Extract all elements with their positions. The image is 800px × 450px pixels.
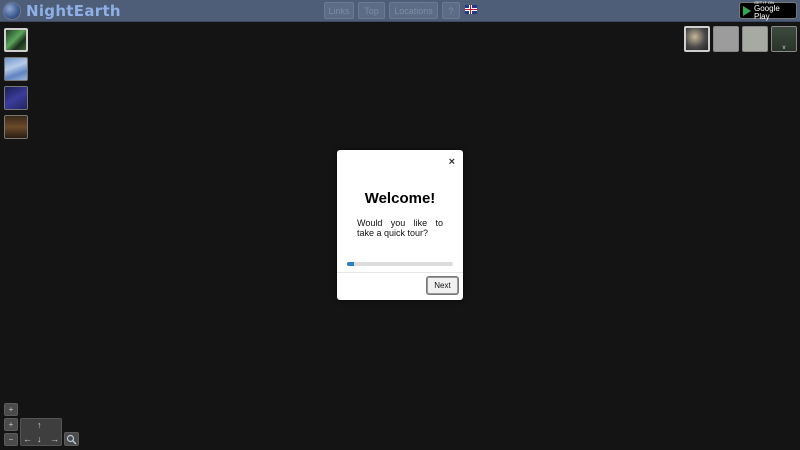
dialog-title: Welcome! <box>364 190 436 207</box>
dialog-divider <box>337 272 463 273</box>
tour-progress-fill <box>347 262 355 266</box>
next-button[interactable]: Next <box>427 277 458 294</box>
tour-progress-bar <box>347 262 453 266</box>
welcome-dialog: × Welcome! Would you like to take a quic… <box>337 150 463 300</box>
dialog-body: Would you like to take a quick tour? <box>357 218 443 238</box>
close-icon[interactable]: × <box>449 156 455 168</box>
modal-overlay: × Welcome! Would you like to take a quic… <box>0 0 800 450</box>
